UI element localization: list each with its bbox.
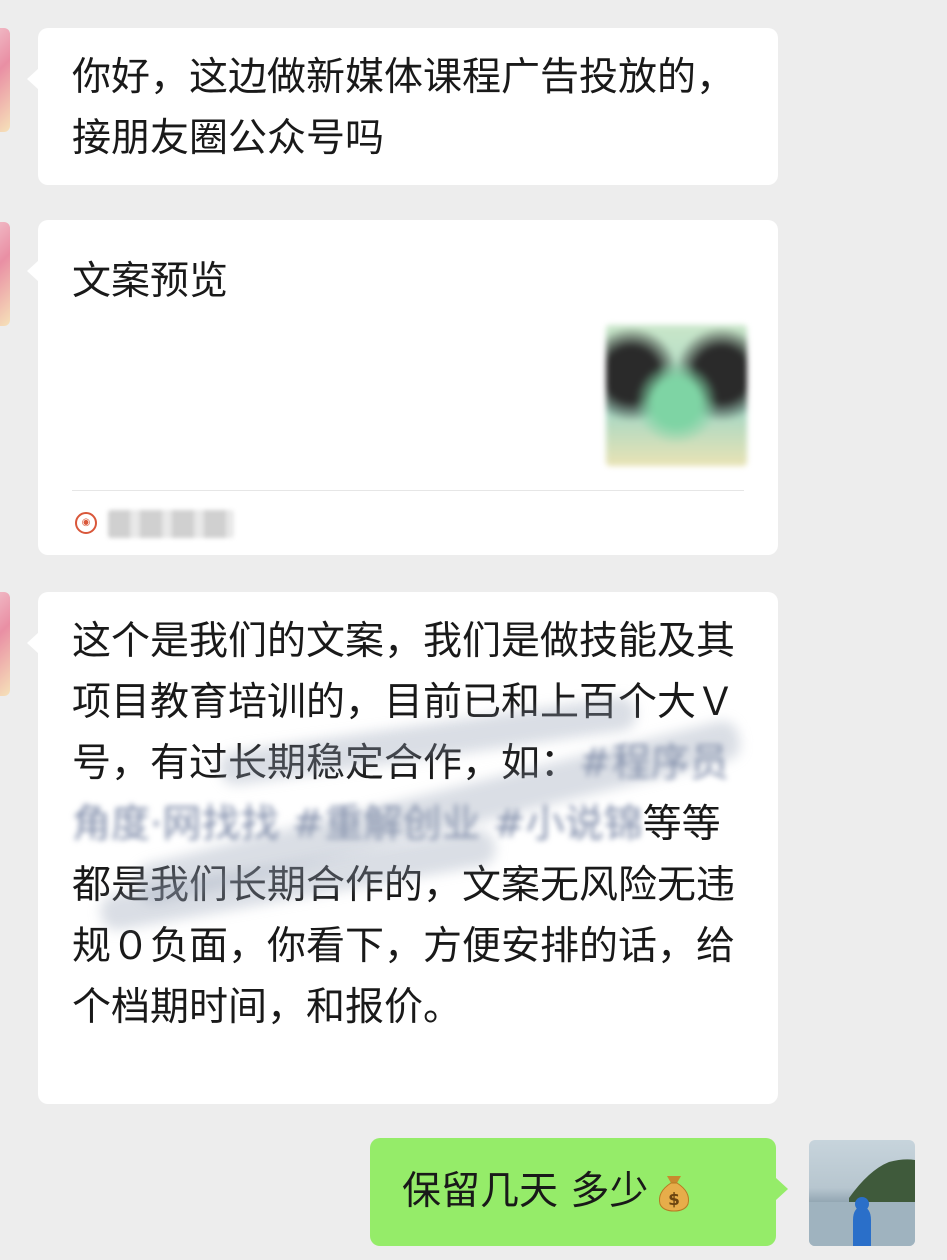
- article-card-title: 文案预览: [72, 259, 229, 304]
- user-avatar[interactable]: [809, 1140, 915, 1246]
- message-bubble-incoming[interactable]: 这个是我们的文案，我们是做技能及其项目教育培训的，目前已和上百个大Ｖ号，有过长期…: [27, 592, 778, 1104]
- article-card[interactable]: 文案预览 ◉: [27, 220, 778, 555]
- divider: [72, 490, 744, 491]
- source-name-blurred: [108, 510, 234, 538]
- svg-text:$: $: [668, 1190, 680, 1210]
- contact-avatar[interactable]: [0, 28, 10, 132]
- message-bubble-incoming[interactable]: 你好，这边做新媒体课程广告投放的，接朋友圈公众号吗: [27, 28, 778, 185]
- contact-avatar[interactable]: [0, 592, 10, 696]
- message-text: 你好，这边做新媒体课程广告投放的，接朋友圈公众号吗: [72, 55, 736, 161]
- article-thumbnail: [606, 325, 747, 466]
- official-account-icon: ◉: [75, 512, 97, 534]
- money-bag-icon: $: [659, 1175, 690, 1212]
- contact-avatar[interactable]: [0, 222, 10, 326]
- avatar-landscape-image: [809, 1159, 915, 1246]
- message-bubble-outgoing[interactable]: 保留几天 多少 $: [370, 1138, 788, 1246]
- message-text: 保留几天 多少: [402, 1169, 649, 1214]
